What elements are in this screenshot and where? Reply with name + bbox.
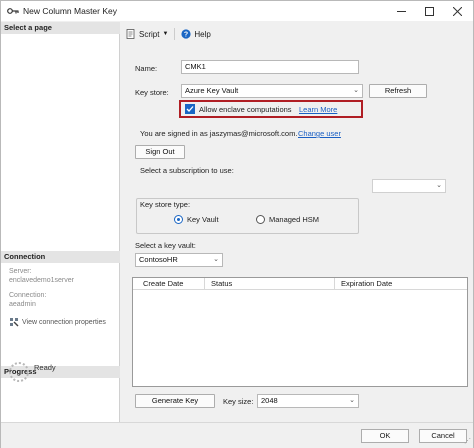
properties-icon <box>10 318 19 327</box>
script-icon <box>126 29 135 39</box>
minimize-icon <box>396 10 406 12</box>
signed-in-text: You are signed in as jaszymas@microsoft.… <box>140 129 298 138</box>
ok-button[interactable]: OK <box>361 429 409 443</box>
help-label: Help <box>194 29 211 39</box>
name-label: Name: <box>135 64 158 73</box>
learn-more-link[interactable]: Learn More <box>299 105 337 114</box>
view-connection-properties-label: View connection properties <box>22 318 106 326</box>
maximize-icon <box>424 6 434 16</box>
close-button[interactable] <box>444 1 470 21</box>
name-input[interactable]: CMK1 <box>181 60 359 74</box>
script-button[interactable]: Script ▼ <box>126 29 168 39</box>
close-icon <box>452 6 462 16</box>
select-page-header: Select a page <box>1 22 120 34</box>
sign-out-button[interactable]: Sign Out <box>135 145 185 159</box>
managed-hsm-radio-label: Managed HSM <box>269 215 320 224</box>
connection-header: Connection <box>1 251 120 263</box>
subscription-select[interactable]: ⌄ <box>372 179 446 193</box>
cancel-button[interactable]: Cancel <box>419 429 467 443</box>
svg-text:?: ? <box>184 32 188 39</box>
resize-grip-icon[interactable]: ⋰ <box>464 437 471 445</box>
keysize-select[interactable]: 2048 ⌄ <box>257 394 359 408</box>
toolbar-separator <box>174 28 176 40</box>
grid-col-status[interactable]: Status <box>204 278 334 290</box>
keyvault-radio[interactable] <box>174 215 183 224</box>
keys-grid-header: Create Date Status Expiration Date <box>133 278 467 290</box>
connection-label: Connection: <box>9 292 47 299</box>
keystore-type-group <box>136 198 359 234</box>
chevron-down-icon: ⌄ <box>436 182 442 189</box>
script-label: Script <box>139 29 160 39</box>
minimize-button[interactable] <box>388 1 414 21</box>
help-button[interactable]: ? Help <box>181 29 211 39</box>
chevron-down-icon: ⌄ <box>353 87 359 94</box>
keystore-label: Key store: <box>135 88 169 97</box>
change-user-link[interactable]: Change user <box>298 129 341 138</box>
managed-hsm-radio[interactable] <box>256 215 265 224</box>
maximize-button[interactable] <box>416 1 442 21</box>
subscription-label: Select a subscription to use: <box>140 166 234 175</box>
keys-grid[interactable]: Create Date Status Expiration Date <box>132 277 468 387</box>
key-icon <box>7 8 19 14</box>
title-bar: New Column Master Key <box>1 1 473 21</box>
keystore-select[interactable]: Azure Key Vault ⌄ <box>181 84 363 98</box>
progress-spinner-icon <box>9 362 29 382</box>
keystore-value: Azure Key Vault <box>185 86 239 95</box>
vault-value: ContosoHR <box>139 255 178 264</box>
enclave-label: Allow enclave computations <box>199 105 292 114</box>
chevron-down-icon: ▼ <box>162 31 169 37</box>
dialog-window: New Column Master Key Select a page Conn… <box>0 0 474 448</box>
keyvault-radio-label: Key Vault <box>187 215 219 224</box>
vault-label: Select a key vault: <box>135 241 196 250</box>
chevron-down-icon: ⌄ <box>213 256 219 263</box>
server-label: Server: <box>9 268 32 275</box>
keysize-label: Key size: <box>223 397 254 406</box>
grid-col-expiration-date[interactable]: Expiration Date <box>334 278 467 290</box>
window-title: New Column Master Key <box>23 6 118 16</box>
generate-key-button[interactable]: Generate Key <box>135 394 215 408</box>
refresh-button[interactable]: Refresh <box>369 84 427 98</box>
server-value: enclavedemo1server <box>9 277 74 284</box>
help-icon: ? <box>181 29 192 39</box>
progress-status: Ready <box>34 363 56 372</box>
keysize-value: 2048 <box>261 396 278 405</box>
toolbar: Script ▼ ? Help <box>126 27 211 41</box>
grid-col-create-date[interactable]: Create Date <box>137 278 203 290</box>
vault-select[interactable]: ContosoHR ⌄ <box>135 253 223 267</box>
enclave-checkbox[interactable] <box>185 104 195 114</box>
connection-value: aeadmin <box>9 301 36 308</box>
view-connection-properties-link[interactable]: View connection properties <box>9 317 106 327</box>
checkmark-icon <box>186 106 194 112</box>
chevron-down-icon: ⌄ <box>349 397 355 404</box>
